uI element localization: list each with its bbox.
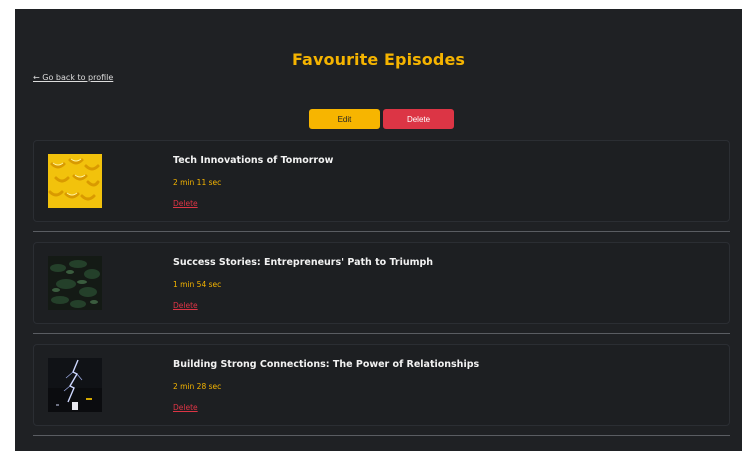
divider (33, 231, 730, 232)
episode-title[interactable]: Tech Innovations of Tomorrow (173, 155, 333, 166)
page-title: Favourite Episodes (291, 50, 466, 69)
episode-thumbnail[interactable] (48, 256, 102, 310)
episode-delete-link[interactable]: Delete (173, 403, 198, 412)
episode-card: Success Stories: Entrepreneurs' Path to … (33, 242, 730, 324)
edit-button[interactable]: Edit (309, 109, 380, 129)
episode-card: Building Strong Connections: The Power o… (33, 344, 730, 426)
back-to-profile-link[interactable]: ← Go back to profile (33, 73, 113, 82)
episode-title[interactable]: Success Stories: Entrepreneurs' Path to … (173, 257, 433, 268)
episode-thumbnail[interactable] (48, 358, 102, 412)
yellow-bananas-image (48, 154, 102, 208)
episode-thumbnail[interactable] (48, 154, 102, 208)
favourites-panel: Favourite Episodes ← Go back to profile … (15, 9, 742, 451)
episode-title[interactable]: Building Strong Connections: The Power o… (173, 359, 479, 370)
episode-delete-link[interactable]: Delete (173, 301, 198, 310)
lightning-night-image (48, 358, 102, 412)
divider (33, 435, 730, 436)
episode-duration: 2 min 28 sec (173, 382, 222, 391)
episode-duration: 1 min 54 sec (173, 280, 222, 289)
episode-delete-link[interactable]: Delete (173, 199, 198, 208)
episode-duration: 2 min 11 sec (173, 178, 222, 187)
delete-button[interactable]: Delete (383, 109, 454, 129)
episode-card: Tech Innovations of Tomorrow 2 min 11 se… (33, 140, 730, 222)
dark-foliage-image (48, 256, 102, 310)
divider (33, 333, 730, 334)
